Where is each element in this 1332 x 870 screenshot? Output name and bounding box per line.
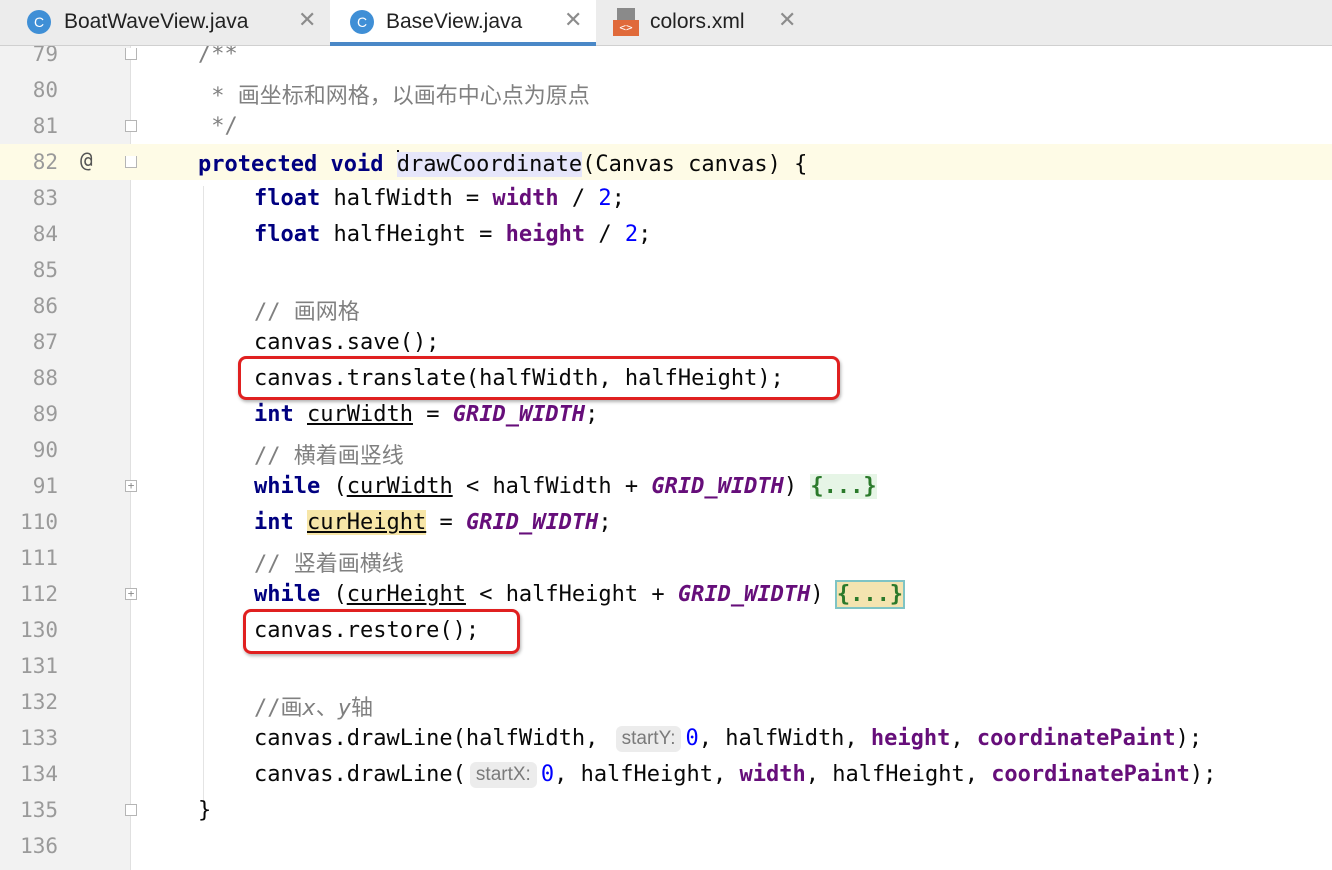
editor-tab-bar: C BoatWaveView.java ✕ C BaseView.java ✕ … [0,0,1332,46]
expand-fold-icon[interactable]: + [125,588,137,600]
xml-file-icon: <> [613,8,639,36]
code-line[interactable]: 135 } [0,792,1332,828]
close-icon[interactable]: ✕ [778,8,796,33]
code-line[interactable]: 133 canvas.drawLine(halfWidth, startY: 0,… [0,720,1332,756]
code-line[interactable]: 131 [0,648,1332,684]
tab-boatwaveview[interactable]: C BoatWaveView.java ✕ [0,0,330,46]
code-line[interactable]: 134 canvas.drawLine(startX: 0, halfHeight… [0,756,1332,792]
parameter-hint: startX: [469,762,537,788]
expand-fold-icon[interactable]: + [125,480,137,492]
code-line[interactable]: 81 */ [0,108,1332,144]
code-line[interactable]: 110 int curHeight = GRID_WIDTH; [0,504,1332,540]
highlight-box-restore [243,609,520,654]
tab-label: BoatWaveView.java [64,10,249,33]
code-line[interactable]: 84 float halfHeight = height / 2; [0,216,1332,252]
fold-marker-icon[interactable] [125,120,137,132]
close-icon[interactable]: ✕ [298,8,316,33]
code-line[interactable]: 86 // 画网格 [0,288,1332,325]
folded-block[interactable]: {...} [810,474,877,499]
folded-block[interactable]: {...} [834,580,906,609]
method-name: drawCoordinate [396,152,583,177]
code-line-current[interactable]: 82 @ protected void drawCoordinate(Canva… [0,144,1332,180]
tab-baseview[interactable]: C BaseView.java ✕ [330,0,596,46]
java-class-icon: C [27,10,51,34]
code-line[interactable]: 89 int curWidth = GRID_WIDTH; [0,396,1332,432]
java-class-icon: C [350,10,374,34]
code-line[interactable]: 85 [0,252,1332,288]
code-line[interactable]: 79 /** [0,46,1332,72]
fold-marker-icon[interactable] [125,804,137,816]
code-line[interactable]: 87 canvas.save(); [0,324,1332,360]
tab-label: BaseView.java [386,10,523,33]
code-editor[interactable]: 79 /** 80 * 画坐标和网格，以画布中心点为原点 81 */ 82 @ … [0,46,1332,870]
code-line[interactable]: 83 float halfWidth = width / 2; [0,180,1332,216]
code-line[interactable]: 91 + while (curWidth < halfWidth + GRID_… [0,468,1332,504]
code-line[interactable]: 80 * 画坐标和网格，以画布中心点为原点 [0,72,1332,109]
parameter-hint: startY: [615,726,682,752]
code-line[interactable]: 90 // 横着画竖线 [0,432,1332,469]
code-line[interactable]: 136 [0,828,1332,864]
tab-label: colors.xml [650,10,745,33]
fold-marker-icon[interactable] [125,156,137,168]
fold-marker-icon[interactable] [125,48,137,60]
highlight-box-translate [238,356,840,400]
code-line[interactable]: 130 canvas.restore(); [0,612,1332,648]
close-icon[interactable]: ✕ [564,8,582,33]
override-marker-icon[interactable]: @ [80,148,93,172]
tab-colors-xml[interactable]: <> colors.xml ✕ [596,0,816,46]
code-line[interactable]: 111 // 竖着画横线 [0,540,1332,577]
code-line[interactable]: 112 + while (curHeight < halfHeight + GR… [0,576,1332,612]
code-line[interactable]: 132 //画x、y轴 [0,684,1332,721]
